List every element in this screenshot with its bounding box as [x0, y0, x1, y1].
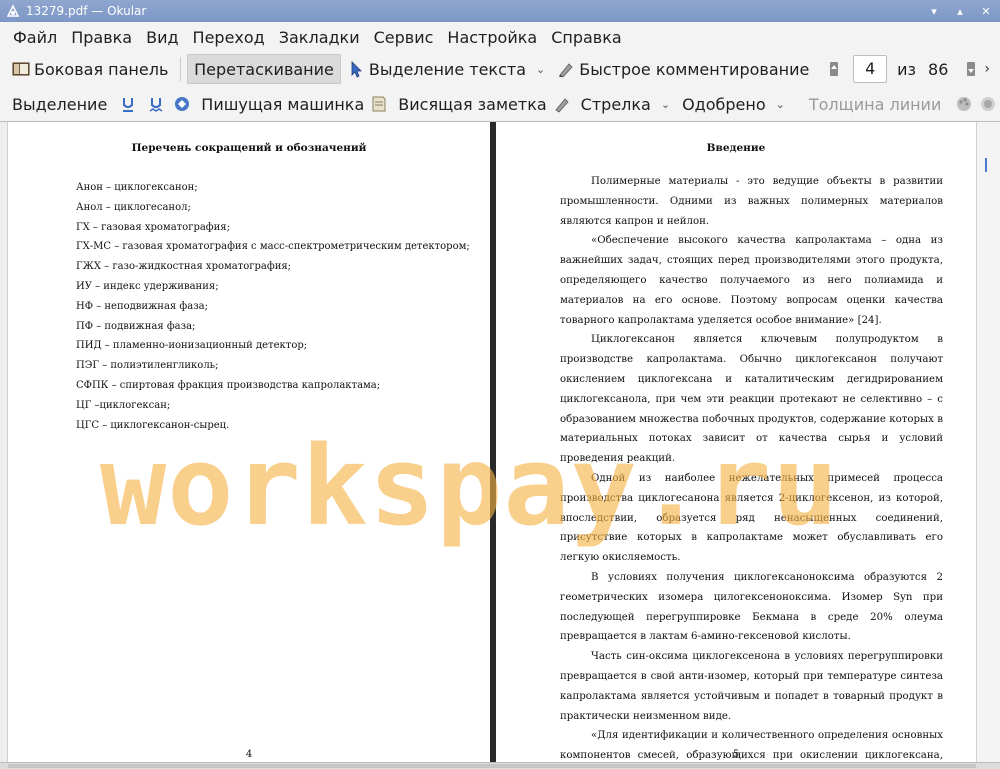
menu-edit[interactable]: Правка: [64, 28, 139, 47]
paragraph: Полимерные материалы - это ведущие объек…: [560, 176, 943, 227]
list-item: ПЭГ – полиэтиленгликоль;: [76, 360, 219, 372]
next-page-icon[interactable]: [962, 60, 980, 78]
text-select-button[interactable]: Выделение текста ⌄: [341, 54, 551, 84]
chevron-down-icon[interactable]: ⌄: [776, 98, 785, 111]
list-item: СФПК – спиртовая фракция производства ка…: [76, 379, 381, 391]
sidebar-toggle-button[interactable]: Боковая панель: [6, 54, 174, 84]
annotation-toolbar: Выделение Пишущая машинка Висящая заметк…: [0, 87, 1000, 121]
sticky-note-button[interactable]: Висящая заметка: [392, 89, 552, 119]
selection-tool-button[interactable]: Выделение: [6, 89, 113, 119]
underline-icon[interactable]: [119, 95, 137, 113]
sidebar-toggle-label: Боковая панель: [34, 59, 169, 79]
stamp-approved-label: Одобрено: [682, 94, 766, 114]
paragraph: «Обеспечение высокого качества капролакт…: [560, 235, 943, 326]
menu-file[interactable]: Файл: [6, 28, 64, 47]
abbreviation-list: Анон – циклогексанон; Анол – циклогесано…: [76, 178, 476, 435]
page-number: 4: [245, 749, 253, 760]
sidebar-icon: [12, 60, 30, 78]
page-number-input[interactable]: 4: [853, 55, 888, 83]
page-heading: Перечень сокращений и обозначений: [131, 142, 367, 154]
okular-app-icon: [6, 4, 20, 18]
line-width-label: Толщина линии: [808, 94, 942, 114]
body-text: Полимерные материалы - это ведущие объек…: [560, 172, 943, 762]
list-item: ЦГ –циклогексан;: [76, 399, 171, 411]
pdf-page-5: Введение Полимерные материалы - это веду…: [496, 122, 976, 762]
color-palette-icon[interactable]: [955, 95, 973, 113]
minimize-icon[interactable]: ▾: [928, 5, 940, 18]
typewriter-tool-label: Пишущая машинка: [201, 94, 365, 114]
title-bar: 13279.pdf — Okular ▾ ▴ ✕: [0, 0, 1000, 22]
paragraph: Часть син-оксима циклогексенона в услови…: [560, 651, 943, 722]
window-title: 13279.pdf — Okular: [26, 4, 147, 18]
list-item: ПИД – пламенно-ионизационный детектор;: [76, 340, 308, 352]
list-item: ИУ – индекс удерживания;: [76, 280, 219, 292]
menu-bookmarks[interactable]: Закладки: [272, 28, 367, 47]
list-item: НФ – неподвижная фаза;: [76, 300, 208, 312]
list-item: ГЖХ – газо-жидкостная хроматография;: [76, 261, 292, 273]
line-width-button[interactable]: Толщина линии: [803, 89, 948, 119]
arrow-tool-button[interactable]: Стрелка ⌄: [575, 89, 676, 119]
page-heading: Введение: [706, 142, 766, 154]
list-item: Анол – циклогесанол;: [76, 201, 191, 213]
arrow-tool-label: Стрелка: [580, 94, 651, 114]
list-item: ГХ-МС – газовая хроматография с масс-спе…: [76, 241, 470, 253]
close-icon[interactable]: ✕: [980, 5, 992, 18]
menu-bar: Файл Правка Вид Переход Закладки Сервис …: [0, 22, 1000, 52]
toolbar-overflow-icon[interactable]: ›: [984, 61, 990, 77]
drag-mode-label: Перетаскивание: [194, 59, 334, 79]
menu-tools[interactable]: Сервис: [367, 28, 441, 47]
list-item: Анон – циклогексанон;: [76, 182, 198, 193]
menu-go[interactable]: Переход: [186, 28, 272, 47]
document-view[interactable]: Перечень сокращений и обозначений Анон –…: [0, 121, 1000, 762]
cursor-arrow-icon: [347, 60, 365, 78]
page-of-label: из: [897, 59, 917, 79]
horizontal-scrollbar-thumb[interactable]: [8, 764, 976, 768]
pdf-page-4: Перечень сокращений и обозначений Анон –…: [8, 122, 490, 762]
opacity-icon[interactable]: [979, 95, 997, 113]
paragraph: В условиях получения циклогексаноноксима…: [560, 571, 943, 643]
typewriter-tool-button[interactable]: Пишущая машинка: [195, 89, 370, 119]
scrollbar-thumb[interactable]: [985, 158, 987, 172]
menu-help[interactable]: Справка: [544, 28, 629, 47]
squiggly-underline-icon[interactable]: [147, 95, 165, 113]
vertical-scrollbar[interactable]: [976, 122, 1000, 762]
arrow-pen-icon[interactable]: [553, 95, 571, 113]
menu-view[interactable]: Вид: [139, 28, 185, 47]
paragraph: Одной из наиболее нежелательных примесей…: [560, 472, 943, 564]
quick-comment-button[interactable]: Быстрое комментирование: [551, 54, 815, 84]
horizontal-scrollbar[interactable]: [0, 762, 1000, 769]
page-shadow-left: [0, 122, 8, 762]
menu-settings[interactable]: Настройка: [440, 28, 544, 47]
page-total-label: 86: [928, 59, 949, 79]
previous-page-icon[interactable]: [825, 60, 843, 78]
stamp-approved-button[interactable]: Одобрено ⌄: [676, 89, 791, 119]
selection-tool-label: Выделение: [12, 94, 108, 114]
toolbar-separator: [180, 57, 182, 81]
list-item: ЦГС – циклогексанон-сырец.: [76, 419, 230, 431]
drag-mode-button[interactable]: Перетаскивание: [187, 54, 341, 84]
list-item: ПФ – подвижная фаза;: [76, 320, 196, 332]
chevron-down-icon[interactable]: ⌄: [661, 98, 670, 111]
stamp-icon[interactable]: [173, 95, 191, 113]
note-icon[interactable]: [370, 95, 388, 113]
sticky-note-label: Висящая заметка: [398, 94, 547, 114]
text-select-label: Выделение текста: [368, 59, 526, 79]
chevron-down-icon[interactable]: ⌄: [536, 63, 545, 76]
main-toolbar: Боковая панель Перетаскивание Выделение …: [0, 52, 1000, 86]
paragraph: Циклогексанон является ключевым полупрод…: [560, 334, 943, 465]
list-item: ГХ – газовая хроматография;: [76, 221, 230, 233]
pen-icon: [557, 60, 575, 78]
maximize-icon[interactable]: ▴: [954, 5, 966, 18]
quick-comment-label: Быстрое комментирование: [579, 59, 810, 79]
page-number: 5: [732, 749, 740, 760]
